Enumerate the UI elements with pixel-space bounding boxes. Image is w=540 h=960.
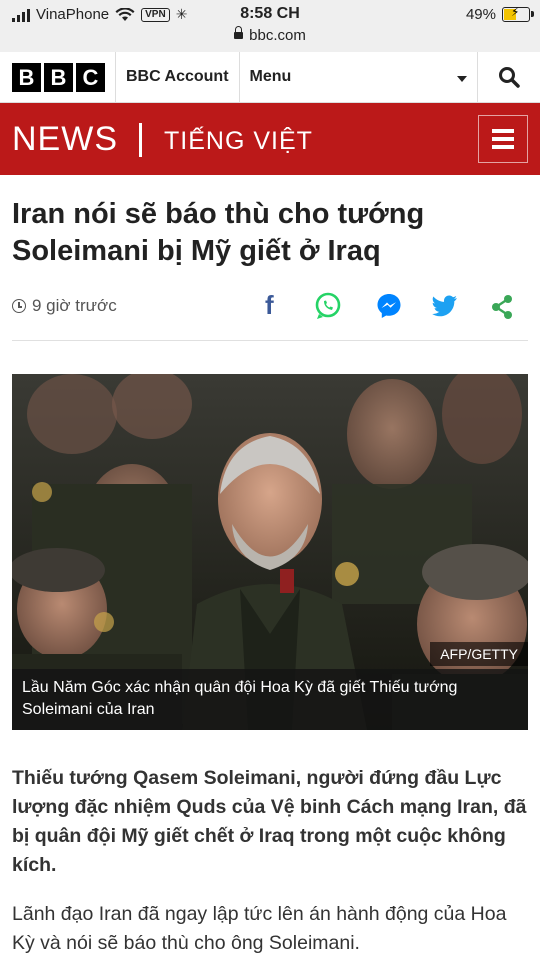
image-credit: AFP/GETTY xyxy=(430,642,528,666)
facebook-share-icon[interactable]: f xyxy=(262,290,282,320)
bbc-account-link[interactable]: BBC Account xyxy=(116,52,240,102)
logo-letter: B xyxy=(12,62,41,92)
share-icon[interactable] xyxy=(490,294,514,320)
image-caption: Lầu Năm Góc xác nhận quân đội Hoa Kỳ đã … xyxy=(12,669,528,730)
menu-button[interactable]: Menu xyxy=(240,52,478,102)
address-bar[interactable]: bbc.com xyxy=(0,26,540,44)
news-brand[interactable]: NEWS xyxy=(12,120,118,159)
language-service[interactable]: TIẾNG VIỆT xyxy=(164,127,313,156)
status-right: 49% ⚡ xyxy=(465,5,534,23)
article-lead: Thiếu tướng Qasem Soleimani, người đứng … xyxy=(12,767,527,876)
url-text: bbc.com xyxy=(249,27,306,44)
logo-letter: C xyxy=(76,62,105,92)
status-bar: VinaPhone VPN ✳ 8:58 CH bbc.com 49% ⚡ xyxy=(0,0,540,52)
hamburger-menu-button[interactable] xyxy=(478,115,528,163)
whatsapp-share-icon[interactable] xyxy=(314,292,342,320)
logo-letter: B xyxy=(44,62,73,92)
bbc-top-bar: B B C BBC Account Menu xyxy=(0,52,540,103)
article-paragraph: Lãnh đạo Iran đã ngay lập tức lên án hàn… xyxy=(12,903,507,954)
article-timestamp: 9 giờ trước xyxy=(32,296,117,315)
brand-divider xyxy=(139,123,142,157)
chevron-down-icon xyxy=(457,76,467,82)
search-icon xyxy=(499,67,520,88)
lock-icon xyxy=(234,26,244,39)
article-meta: 9 giờ trước xyxy=(12,296,117,316)
clock-time: 8:58 CH xyxy=(240,5,300,22)
search-button[interactable] xyxy=(478,52,540,102)
article-photo: AFP/GETTY Lầu Năm Góc xác nhận quân đội … xyxy=(12,374,528,730)
svg-text:f: f xyxy=(265,290,274,320)
messenger-share-icon[interactable] xyxy=(375,292,403,320)
bbc-logo[interactable]: B B C xyxy=(0,52,116,102)
meta-divider xyxy=(12,340,528,341)
article-headline: Iran nói sẽ báo thù cho tướng Soleimani … xyxy=(12,198,425,267)
twitter-share-icon[interactable] xyxy=(432,295,458,317)
menu-label: Menu xyxy=(249,68,292,85)
clock-icon xyxy=(12,299,26,313)
news-banner: NEWS TIẾNG VIỆT xyxy=(0,103,540,175)
hamburger-icon xyxy=(492,129,514,133)
battery-icon: ⚡ xyxy=(502,5,534,22)
battery-percent: 49% xyxy=(465,6,496,23)
